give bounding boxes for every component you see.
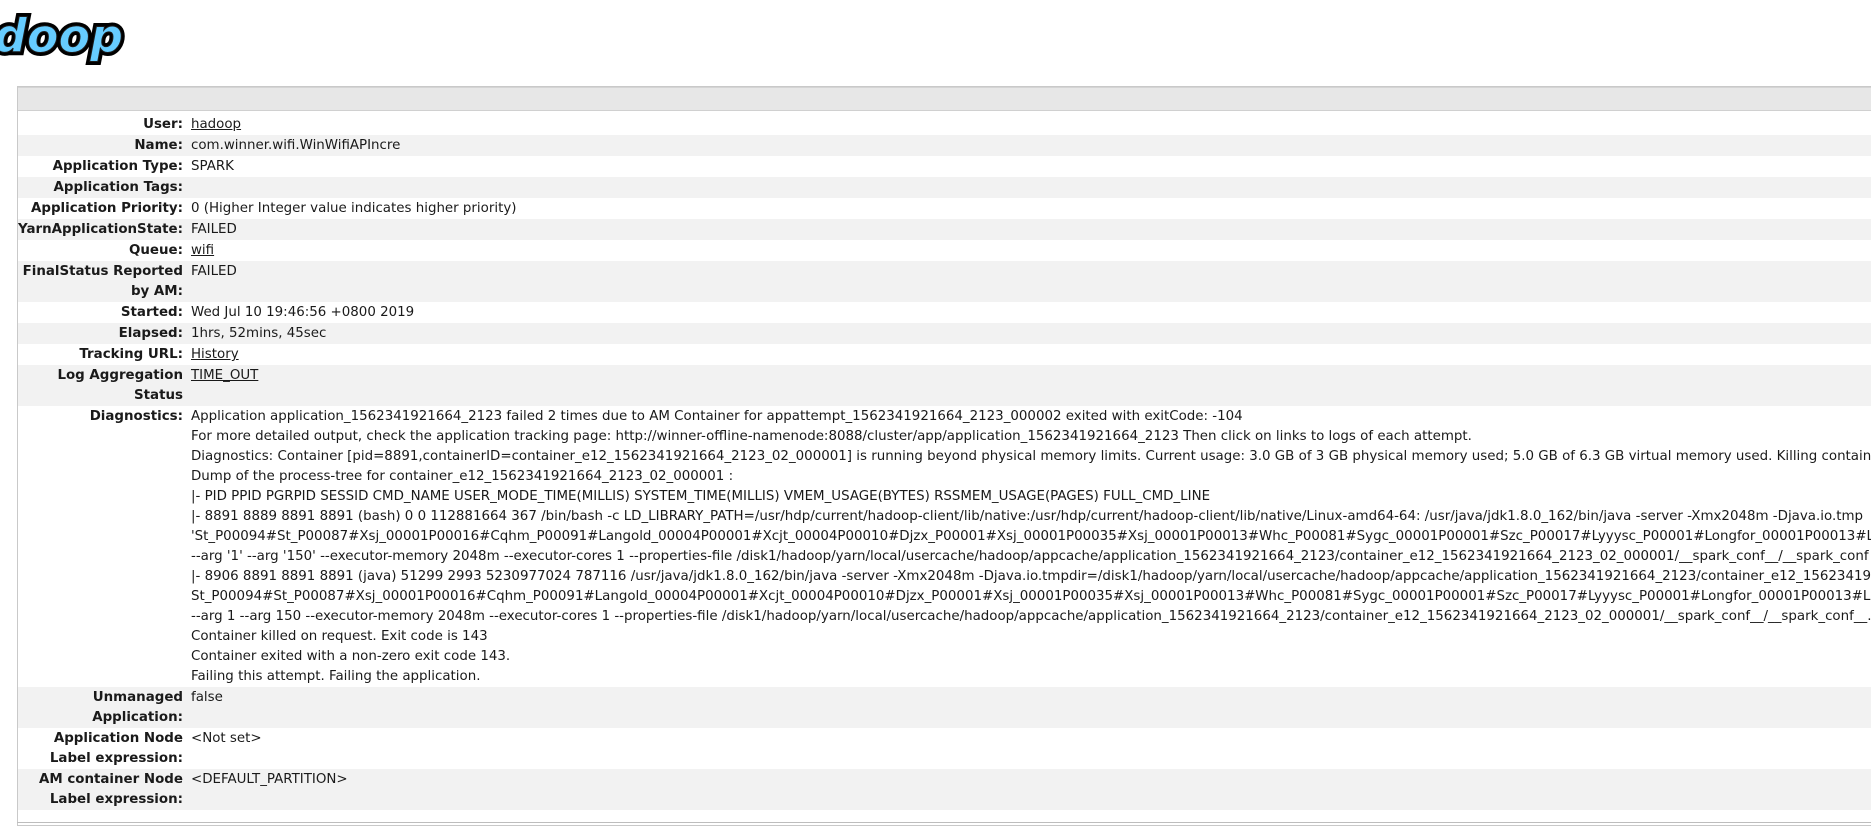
diagnostics-line: --arg '1' --arg '150' --executor-memory …: [190, 549, 1869, 564]
label-application-tags: Application Tags:: [18, 177, 191, 198]
diagnostics-line: St_P00094#St_P00087#Xsj_00001P00016#Cqhm…: [190, 589, 1871, 604]
log-aggregation-status-link[interactable]: TIME_OUT: [191, 368, 258, 383]
label-unmanaged-application: Unmanaged Application:: [18, 687, 191, 728]
row-tracking-url: Tracking URL: History: [18, 344, 1871, 365]
diagnostics-line: Container killed on request. Exit code i…: [190, 629, 488, 644]
row-final-status: FinalStatus Reported by AM: FAILED: [18, 261, 1871, 302]
row-yarn-application-state: YarnApplicationState: FAILED: [18, 219, 1871, 240]
diagnostics-line: |- 8891 8889 8891 8891 (bash) 0 0 112881…: [190, 509, 1863, 524]
row-started: Started: Wed Jul 10 19:46:56 +0800 2019: [18, 302, 1871, 323]
panel-bottom-border: [17, 822, 1871, 823]
row-queue: Queue: wifi: [18, 240, 1871, 261]
tracking-url-link[interactable]: History: [191, 347, 239, 362]
label-tracking-url: Tracking URL:: [79, 347, 183, 362]
value-unmanaged-application: false: [190, 687, 1871, 728]
value-elapsed: 1hrs, 52mins, 45sec: [190, 323, 1871, 344]
diagnostics-line: Container exited with a non-zero exit co…: [190, 649, 511, 664]
row-name: Name: com.winner.wifi.WinWifiAPIncre: [18, 135, 1871, 156]
diagnostics-line: 'St_P00094#St_P00087#Xsj_00001P00016#Cqh…: [190, 529, 1871, 544]
value-application-priority: 0 (Higher Integer value indicates higher…: [190, 201, 517, 216]
row-user: User: hadoop: [18, 114, 1871, 135]
hadoop-logo: doop doop: [0, 6, 127, 67]
row-am-container-node-label: AM container Node Label expression: <DEF…: [18, 769, 1871, 810]
label-log-aggregation-status: Log Aggregation Status: [18, 365, 191, 406]
diagnostics-line: For more detailed output, check the appl…: [190, 429, 1472, 444]
value-yarn-application-state: FAILED: [190, 219, 1871, 240]
diagnostics-line: Dump of the process-tree for container_e…: [190, 469, 734, 484]
queue-link[interactable]: wifi: [191, 243, 214, 258]
value-final-status: FAILED: [190, 261, 1871, 302]
application-overview-panel: User: hadoop Name: com.winner.wifi.WinWi…: [17, 86, 1871, 826]
row-log-aggregation-status: Log Aggregation Status TIME_OUT: [18, 365, 1871, 406]
diagnostics-line: Diagnostics: Container [pid=8891,contain…: [190, 449, 1871, 464]
label-diagnostics: Diagnostics:: [89, 409, 183, 424]
label-am-container-node-label: AM container Node Label expression:: [18, 769, 191, 810]
application-info-table: User: hadoop Name: com.winner.wifi.WinWi…: [18, 114, 1871, 810]
row-elapsed: Elapsed: 1hrs, 52mins, 45sec: [18, 323, 1871, 344]
label-yarn-application-state: YarnApplicationState:: [18, 219, 191, 240]
diagnostics-line: |- 8906 8891 8891 8891 (java) 51299 2993…: [190, 569, 1871, 584]
row-application-type: Application Type: SPARK: [18, 156, 1871, 177]
diagnostics-line: Failing this attempt. Failing the applic…: [190, 669, 481, 684]
diagnostics-line: --arg 1 --arg 150 --executor-memory 2048…: [190, 609, 1871, 624]
label-started: Started:: [120, 305, 183, 320]
value-started: Wed Jul 10 19:46:56 +0800 2019: [190, 305, 415, 320]
diagnostics-text: Application application_1562341921664_21…: [191, 406, 1871, 687]
value-am-container-node-label: <DEFAULT_PARTITION>: [190, 769, 1871, 810]
label-elapsed: Elapsed:: [18, 323, 191, 344]
diagnostics-line: |- PID PPID PGRPID SESSID CMD_NAME USER_…: [190, 489, 1211, 504]
value-application-type: SPARK: [190, 159, 234, 174]
label-application-priority: Application Priority:: [31, 201, 183, 216]
label-queue: Queue:: [129, 243, 183, 258]
label-application-type: Application Type:: [52, 159, 183, 174]
user-link[interactable]: hadoop: [191, 117, 241, 132]
value-name: com.winner.wifi.WinWifiAPIncre: [190, 135, 1871, 156]
row-application-priority: Application Priority: 0 (Higher Integer …: [18, 198, 1871, 219]
value-application-tags: [190, 177, 1871, 198]
label-name: Name:: [18, 135, 191, 156]
row-application-node-label: Application Node Label expression: <Not …: [18, 728, 1871, 769]
value-application-node-label: <Not set>: [190, 731, 262, 746]
label-user: User:: [143, 117, 183, 132]
row-diagnostics: Diagnostics: Application application_156…: [18, 406, 1871, 687]
label-final-status: FinalStatus Reported by AM:: [18, 261, 191, 302]
logo-text: doop: [0, 9, 123, 63]
row-application-tags: Application Tags:: [18, 177, 1871, 198]
panel-header-bar: [18, 87, 1871, 111]
diagnostics-line: Application application_1562341921664_21…: [190, 409, 1243, 424]
label-application-node-label: Application Node Label expression:: [49, 731, 183, 766]
row-unmanaged-application: Unmanaged Application: false: [18, 687, 1871, 728]
